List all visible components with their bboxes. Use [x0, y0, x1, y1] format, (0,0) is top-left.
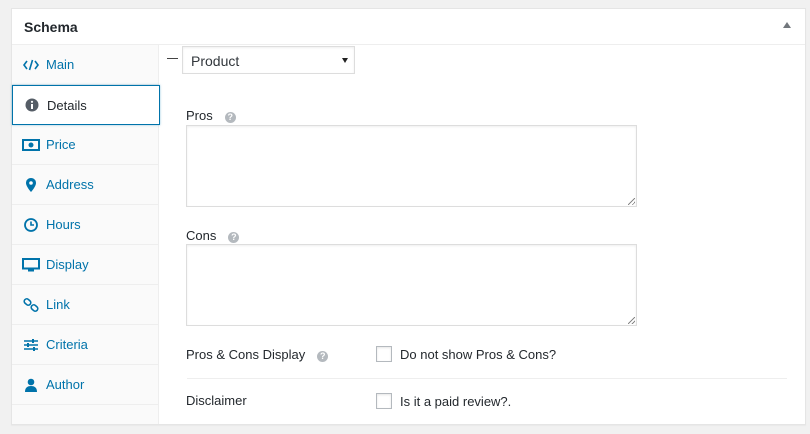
code-icon [22, 57, 40, 73]
tab-label: Hours [46, 217, 81, 232]
clock-icon [22, 217, 40, 233]
caret-down-icon [342, 58, 348, 63]
divider [187, 378, 787, 379]
tab-label: Price [46, 137, 76, 152]
paid-review-label: Is it a paid review?. [400, 393, 512, 409]
tab-address[interactable]: Address [12, 165, 158, 205]
disclaimer-label: Disclaimer [186, 393, 247, 408]
pros-textarea[interactable] [186, 125, 637, 207]
collapse-dash-icon[interactable] [167, 58, 178, 59]
cons-textarea[interactable] [186, 244, 637, 326]
pros-label-row: Pros? [186, 108, 236, 123]
tab-label: Address [46, 177, 94, 192]
money-icon [22, 137, 40, 153]
tab-author[interactable]: Author [12, 365, 158, 405]
hide-pros-cons-label: Do not show Pros & Cons? [400, 346, 557, 362]
map-marker-icon [22, 177, 40, 193]
help-icon[interactable]: ? [228, 232, 240, 243]
tab-link[interactable]: Link [12, 285, 158, 325]
tab-display[interactable]: Display [12, 245, 158, 285]
schema-metabox: Schema Main Details Price Address Hours … [11, 8, 806, 425]
tab-label: Display [46, 257, 89, 272]
schema-type-value: Product [191, 53, 240, 69]
tab-label: Main [46, 57, 75, 72]
help-icon[interactable]: ? [224, 112, 236, 123]
tab-main[interactable]: Main [12, 45, 158, 85]
tab-criteria[interactable]: Criteria [12, 325, 158, 365]
schema-type-select[interactable]: Product [182, 46, 355, 74]
metabox-header[interactable]: Schema [12, 9, 805, 45]
user-icon [22, 377, 40, 393]
disclaimer-option[interactable]: Is it a paid review?. [376, 393, 511, 409]
paid-review-checkbox[interactable] [376, 393, 392, 409]
tab-price[interactable]: Price [12, 125, 158, 165]
pros-cons-display-label: Pros & Cons Display [186, 347, 306, 362]
tab-label: Criteria [46, 337, 88, 352]
details-panel: Product Pros? Cons? Pros & Cons Display?… [159, 45, 805, 424]
tab-label: Details [47, 97, 87, 113]
tab-details[interactable]: Details [12, 85, 160, 125]
monitor-icon [22, 257, 40, 273]
metabox-title: Schema [24, 19, 78, 35]
cons-label: Cons [186, 228, 217, 243]
tab-hours[interactable]: Hours [12, 205, 158, 245]
tab-label: Link [46, 297, 70, 312]
pros-cons-display-label-row: Pros & Cons Display? [186, 347, 329, 362]
resize-handle-icon[interactable] [628, 317, 635, 324]
resize-handle-icon[interactable] [628, 198, 635, 205]
pros-cons-display-option[interactable]: Do not show Pros & Cons? [376, 346, 556, 362]
sliders-icon [22, 337, 40, 353]
info-icon [23, 97, 41, 113]
pros-label: Pros [186, 108, 213, 123]
tab-label: Author [46, 377, 85, 392]
help-icon[interactable]: ? [317, 351, 329, 362]
hide-pros-cons-checkbox[interactable] [376, 346, 392, 362]
collapse-arrow-icon[interactable] [783, 22, 791, 28]
cons-label-row: Cons? [186, 228, 240, 243]
link-icon [22, 297, 40, 313]
schema-tabs: Main Details Price Address Hours Display… [12, 45, 160, 424]
